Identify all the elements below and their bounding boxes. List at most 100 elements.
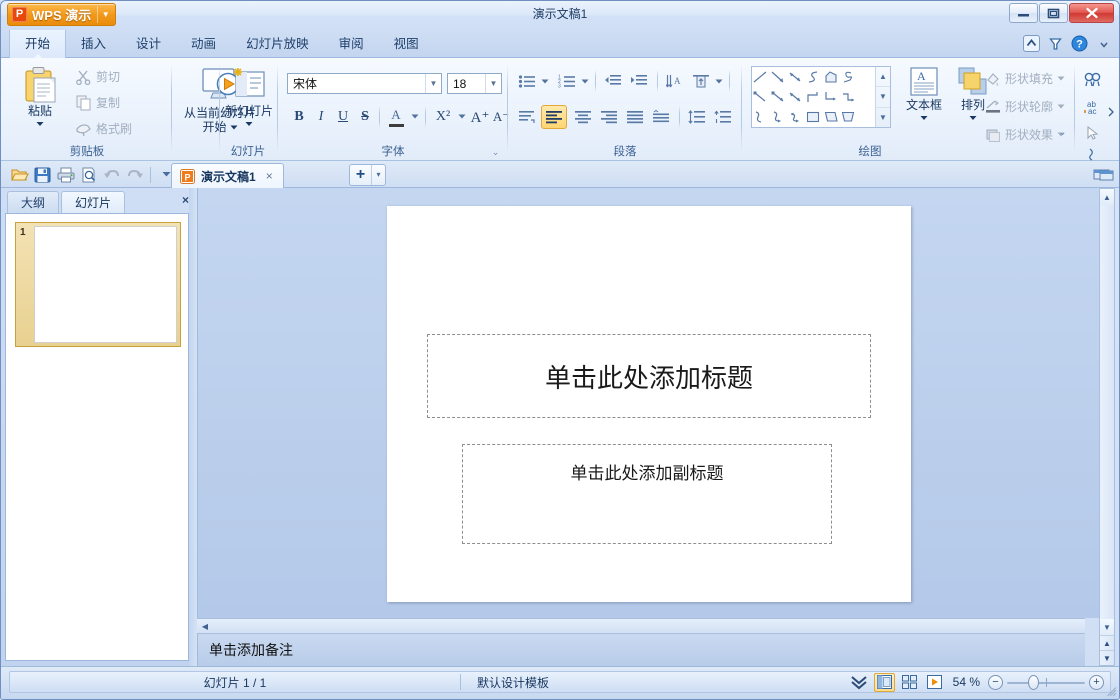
shape-effects-button[interactable]: 形状效果 [985,126,1065,143]
close-icon[interactable]: × [262,169,277,183]
shapes-gallery[interactable]: ▲ ▼ ▼ [751,66,891,128]
strikethrough-button[interactable]: S [355,106,375,128]
horizontal-scrollbar[interactable]: ◀ [197,618,1085,634]
editing-more-icon[interactable] [1081,146,1105,162]
tab-view[interactable]: 视图 [379,30,434,58]
shape-curved-double-arrow[interactable] [787,107,805,127]
resize-grip-icon[interactable] [1107,687,1117,697]
shape-double-arrow-2[interactable] [787,87,805,107]
zoom-slider-knob[interactable] [1028,674,1040,690]
shape-double-arrow[interactable] [787,67,805,87]
bold-button[interactable]: B [289,106,309,128]
restore-button[interactable] [1039,3,1068,23]
copy-button[interactable]: 复制 [75,94,120,111]
chevron-down-icon[interactable]: ▾ [371,165,385,185]
close-panel-icon[interactable]: × [182,193,189,207]
italic-button[interactable]: I [311,106,331,128]
undo-icon[interactable] [101,164,122,185]
scroll-down-icon[interactable]: ▼ [1100,619,1114,635]
chevron-down-icon[interactable] [1094,34,1113,53]
chevron-down-icon[interactable]: ▼ [98,6,113,23]
help-icon[interactable]: ? [1070,34,1089,53]
panel-tab-slides[interactable]: 幻灯片 [61,191,126,213]
ribbon-overflow-icon[interactable] [1105,104,1117,120]
shape-line[interactable] [752,67,770,87]
font-color-dropdown[interactable] [409,110,420,122]
slides-thumbnail-list[interactable]: 1 [5,213,189,661]
view-normal-icon[interactable] [873,672,895,692]
increase-indent-button[interactable] [627,70,651,92]
align-right-button[interactable] [597,106,621,128]
shape-arrow-dot[interactable] [770,87,788,107]
shape-fill-button[interactable]: 形状填充 [985,70,1065,87]
subtitle-placeholder[interactable]: 单击此处添加副标题 [462,444,832,544]
chevron-down-icon[interactable]: ▼ [485,74,501,93]
view-chevron-icon[interactable] [849,673,870,692]
document-tab[interactable]: P 演示文稿1 × [171,163,284,188]
shape-curved-connector[interactable] [752,107,770,127]
line-spacing-decrease-button[interactable] [711,106,735,128]
close-button[interactable] [1069,3,1114,23]
plus-icon[interactable]: + [350,165,371,185]
zoom-in-button[interactable]: + [1089,674,1104,690]
slide-canvas[interactable]: 单击此处添加标题 单击此处添加副标题 [387,206,911,602]
replace-icon[interactable]: ab ac [1081,96,1105,118]
cut-button[interactable]: 剪切 [75,68,120,85]
app-menu-button[interactable]: P WPS 演示 ▼ [7,3,117,26]
notes-pane[interactable]: 单击添加备注 [197,634,1085,666]
previous-slide-icon[interactable]: ▲ [1100,635,1114,650]
view-sorter-icon[interactable] [899,673,920,692]
justify-button[interactable] [623,106,647,128]
fit-slide-icon[interactable] [1099,164,1115,186]
vertical-scrollbar[interactable]: ▲ ▼ ▲ ▼ [1099,188,1115,666]
chevron-down-icon[interactable]: ▼ [425,74,441,93]
shape-elbow-double-arrow[interactable] [840,87,858,107]
shape-freeform[interactable] [822,67,840,87]
superscript-button[interactable]: X² [431,106,455,128]
font-color-button[interactable]: A [385,104,407,130]
textbox-button[interactable]: A 文本框 [899,66,949,122]
scroll-track[interactable] [1100,205,1114,619]
redo-icon[interactable] [124,164,145,185]
save-icon[interactable] [32,164,53,185]
shapes-scroll-up-icon[interactable]: ▲ [876,67,890,88]
slide-thumbnail-1[interactable]: 1 [15,222,181,347]
tab-insert[interactable]: 插入 [66,30,121,58]
tab-start[interactable]: 开始 [9,30,67,59]
grow-font-button[interactable]: A⁺ [469,106,491,128]
zoom-slider[interactable] [1007,674,1085,690]
font-size-combo[interactable]: 18 ▼ [447,73,502,94]
align-center-button[interactable] [571,106,595,128]
shape-curve[interactable] [805,67,823,87]
find-icon[interactable] [1081,68,1105,90]
panel-tab-outline[interactable]: 大纲 [7,191,60,213]
print-icon[interactable] [55,164,76,185]
select-icon[interactable] [1081,122,1105,144]
drawing-dialog-launcher[interactable]: ⌄ [1057,127,1068,138]
bullets-dropdown[interactable] [539,75,550,87]
shape-elbow-connector[interactable] [805,87,823,107]
line-spacing-increase-button[interactable] [685,106,709,128]
shape-trapezoid[interactable] [840,107,858,127]
shapes-more-2[interactable] [857,87,875,107]
format-painter-button[interactable]: 格式刷 [75,120,132,137]
shape-outline-button[interactable]: 形状轮廓 [985,98,1065,115]
slide-edit-area[interactable]: 单击此处添加标题 单击此处添加副标题 [197,188,1101,618]
font-dialog-launcher[interactable]: ⌄ [490,147,501,158]
tab-slideshow[interactable]: 幻灯片放映 [231,30,324,58]
new-document-button[interactable]: + ▾ [349,164,386,186]
tab-review[interactable]: 审阅 [324,30,379,58]
smart-art-button[interactable] [515,106,539,128]
align-text-button[interactable] [689,70,713,92]
shapes-more-3[interactable] [857,107,875,127]
print-preview-icon[interactable] [78,164,99,185]
scroll-left-icon[interactable]: ◀ [197,619,213,633]
align-text-dropdown[interactable] [713,75,724,87]
distribute-justify-button[interactable] [649,106,673,128]
next-slide-icon[interactable]: ▼ [1100,650,1114,665]
font-name-combo[interactable]: 宋体 ▼ [287,73,442,94]
shapes-scroll-down-icon[interactable]: ▼ [876,87,890,108]
text-direction-button[interactable]: A [663,70,687,92]
minimize-button[interactable] [1009,3,1038,23]
collapse-ribbon-icon[interactable] [1022,34,1041,53]
